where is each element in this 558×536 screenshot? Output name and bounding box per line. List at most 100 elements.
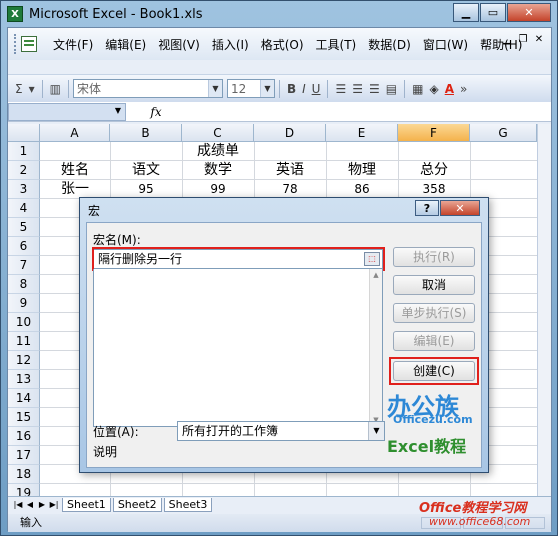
bold-button[interactable]: B: [284, 79, 299, 99]
merge-center-icon[interactable]: ▤: [383, 79, 400, 99]
fx-icon[interactable]: fx: [126, 105, 186, 119]
column-header-b[interactable]: B: [110, 124, 182, 142]
column-header-d[interactable]: D: [254, 124, 326, 142]
cell-d2[interactable]: 英语: [254, 161, 326, 180]
menu-view[interactable]: 视图(V): [152, 36, 206, 53]
highlight-box: [92, 247, 385, 271]
autosum-button[interactable]: Σ: [12, 79, 26, 99]
dialog-body: 宏名(M): 隔行删除另一行 ⬚ ▲ ▼ 执行(R) 取消 单步执行(S) 编辑…: [86, 222, 482, 468]
first-sheet-icon[interactable]: |◀: [12, 500, 24, 509]
excel-icon: X: [7, 6, 23, 22]
row-header[interactable]: 4: [8, 199, 40, 218]
sheet-tab-2[interactable]: Sheet2: [112, 497, 162, 512]
step-into-button[interactable]: 单步执行(S): [393, 303, 475, 323]
font-size-select[interactable]: 12 ▼: [226, 79, 275, 98]
row-header[interactable]: 9: [8, 294, 40, 313]
separator: [327, 79, 329, 98]
menu-edit[interactable]: 编辑(E): [99, 36, 152, 53]
chevron-down-icon: ▼: [114, 105, 121, 115]
row-header[interactable]: 11: [8, 332, 40, 351]
select-all-corner[interactable]: [8, 124, 40, 142]
align-right-icon[interactable]: ☰: [366, 79, 383, 99]
fill-color-icon[interactable]: ◈: [426, 79, 441, 99]
scroll-up-icon[interactable]: ▲: [370, 269, 382, 281]
row-header[interactable]: 16: [8, 427, 40, 446]
dialog-title: 宏: [88, 204, 101, 218]
last-sheet-icon[interactable]: ▶|: [48, 500, 60, 509]
row-header[interactable]: 12: [8, 351, 40, 370]
doc-close-button[interactable]: ✕: [531, 32, 547, 46]
name-box[interactable]: ▼: [8, 102, 126, 121]
excel-tutorial-text: Excel教程: [387, 437, 467, 456]
chart-icon[interactable]: ▥: [47, 79, 64, 99]
row-header[interactable]: 7: [8, 256, 40, 275]
workbook-icon[interactable]: [21, 36, 37, 52]
column-header-c[interactable]: C: [182, 124, 254, 142]
row-header[interactable]: 18: [8, 465, 40, 484]
maximize-button[interactable]: ▭: [480, 3, 506, 22]
cell-a2[interactable]: 姓名: [40, 161, 110, 180]
column-header-f[interactable]: F: [398, 124, 470, 142]
help-button[interactable]: ?: [415, 200, 439, 216]
next-sheet-icon[interactable]: ▶: [36, 500, 48, 509]
sheet-tab-1[interactable]: Sheet1: [62, 497, 111, 512]
row-header[interactable]: 17: [8, 446, 40, 465]
font-select[interactable]: 宋体 ▼: [72, 79, 223, 98]
list-scrollbar[interactable]: ▲ ▼: [369, 269, 382, 426]
macro-list[interactable]: ▲ ▼: [93, 269, 383, 427]
column-header-a[interactable]: A: [40, 124, 110, 142]
menu-format[interactable]: 格式(O): [255, 36, 310, 53]
row-header[interactable]: 5: [8, 218, 40, 237]
office68-logo: Office教程学习网: [419, 501, 527, 516]
font-color-button[interactable]: A: [442, 79, 457, 99]
doc-minimize-button[interactable]: ▁: [499, 32, 515, 46]
column-header-e[interactable]: E: [326, 124, 398, 142]
row-header[interactable]: 15: [8, 408, 40, 427]
formula-input[interactable]: [186, 103, 551, 121]
borders-icon[interactable]: ▦: [409, 79, 426, 99]
row-header[interactable]: 6: [8, 237, 40, 256]
cell-c1[interactable]: 成绩单: [182, 142, 254, 161]
run-button[interactable]: 执行(R): [393, 247, 475, 267]
row-header[interactable]: 1: [8, 142, 40, 161]
cell-b2[interactable]: 语文: [110, 161, 182, 180]
menu-insert[interactable]: 插入(I): [206, 36, 255, 53]
italic-button[interactable]: I: [299, 79, 309, 99]
chevron-down-icon: ▼: [207, 80, 222, 97]
align-left-icon[interactable]: ☰: [332, 79, 349, 99]
minimize-button[interactable]: ▁: [453, 3, 479, 22]
separator: [404, 79, 406, 98]
cell-e2[interactable]: 物理: [326, 161, 398, 180]
separator: [41, 79, 43, 98]
toolbar-grip[interactable]: [14, 34, 17, 54]
menu-file[interactable]: 文件(F): [47, 36, 99, 53]
align-center-icon[interactable]: ☰: [349, 79, 366, 99]
dialog-close-button[interactable]: ✕: [440, 200, 480, 216]
vertical-scrollbar[interactable]: [537, 124, 551, 500]
cancel-button[interactable]: 取消: [393, 275, 475, 295]
underline-button[interactable]: U: [309, 79, 324, 99]
row-header[interactable]: 10: [8, 313, 40, 332]
prev-sheet-icon[interactable]: ◀: [24, 500, 36, 509]
row-header[interactable]: 2: [8, 161, 40, 180]
toolbar-options-icon[interactable]: »: [457, 79, 470, 99]
title-bar: X Microsoft Excel - Book1.xls ▁ ▭ ✕: [1, 1, 557, 27]
close-button[interactable]: ✕: [507, 3, 551, 22]
menu-data[interactable]: 数据(D): [362, 36, 417, 53]
doc-restore-button[interactable]: ❐: [515, 32, 531, 46]
edit-button[interactable]: 编辑(E): [393, 331, 475, 351]
location-select[interactable]: 所有打开的工作簿 ▼: [177, 421, 385, 441]
chevron-down-icon: ▼: [259, 80, 274, 97]
dropdown-arrow-icon[interactable]: ▾: [26, 79, 38, 99]
cell-f2[interactable]: 总分: [398, 161, 470, 180]
menu-window[interactable]: 窗口(W): [417, 36, 474, 53]
row-header[interactable]: 13: [8, 370, 40, 389]
row-header[interactable]: 8: [8, 275, 40, 294]
menu-tools[interactable]: 工具(T): [310, 36, 363, 53]
row-header[interactable]: 14: [8, 389, 40, 408]
sheet-tab-3[interactable]: Sheet3: [163, 497, 213, 512]
row-header[interactable]: 3: [8, 180, 40, 199]
cell-c2[interactable]: 数学: [182, 161, 254, 180]
description-label: 说明: [93, 445, 118, 459]
column-header-g[interactable]: G: [470, 124, 537, 142]
